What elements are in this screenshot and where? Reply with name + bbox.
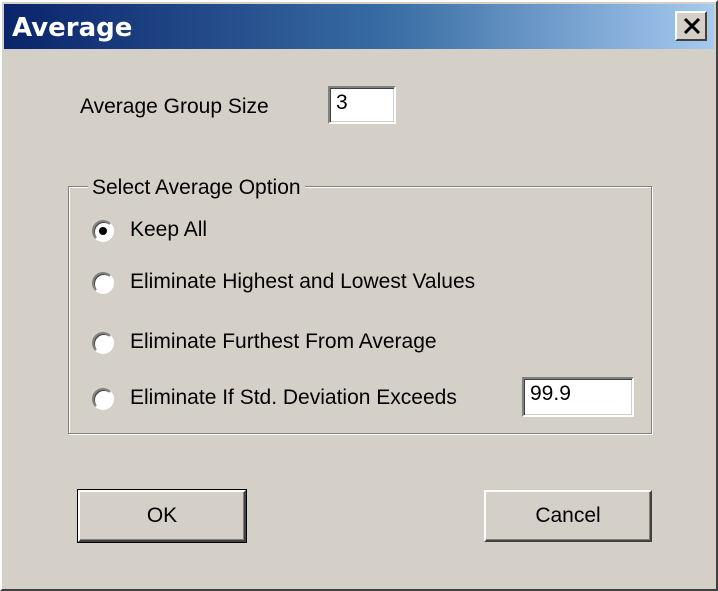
radio-button[interactable] (92, 220, 114, 242)
radio-button[interactable] (92, 388, 114, 410)
radio-label: Keep All (130, 218, 208, 241)
window-title: Average (12, 13, 133, 43)
radio-button[interactable] (92, 332, 114, 354)
ok-button[interactable]: OK (77, 489, 247, 543)
radio-button[interactable] (92, 272, 114, 294)
close-button[interactable] (675, 11, 707, 41)
radio-selected-dot (99, 227, 107, 235)
radio-label: Eliminate If Std. Deviation Exceeds (130, 386, 457, 409)
std-dev-input[interactable]: 99.9 (522, 377, 634, 417)
group-size-label: Average Group Size (80, 95, 269, 118)
group-size-input[interactable]: 3 (328, 86, 396, 124)
radio-label: Eliminate Furthest From Average (130, 330, 437, 353)
average-dialog: Average Average Group Size 3 Select Aver… (0, 0, 718, 591)
close-icon (683, 18, 701, 34)
average-option-legend: Select Average Option (88, 176, 305, 200)
title-bar: Average (4, 4, 714, 49)
cancel-button[interactable]: Cancel (484, 490, 652, 542)
radio-label: Eliminate Highest and Lowest Values (130, 270, 476, 293)
